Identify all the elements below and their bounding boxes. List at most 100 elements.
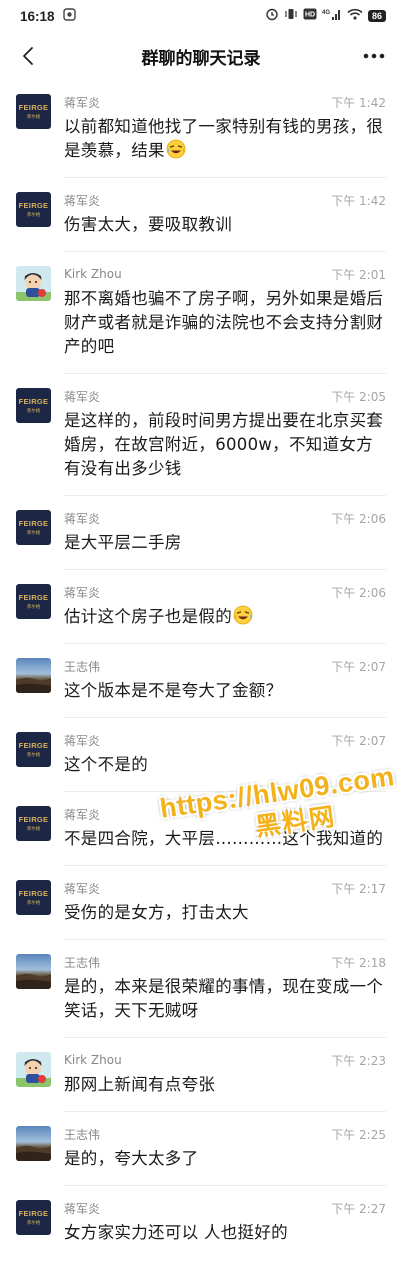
message-text[interactable]: 这个不是的: [64, 753, 386, 777]
avatar-logo-text: FEIRGE: [18, 201, 49, 210]
sender-name[interactable]: 王志伟: [64, 954, 100, 971]
message-time: 下午 2:17: [331, 881, 386, 896]
avatar-feirge[interactable]: FEIRGE 菲尔格: [16, 732, 51, 767]
message-text[interactable]: 是的，本来是很荣耀的事情，现在变成一个笑话，天下无贼呀: [64, 975, 386, 1023]
message-text-content: 是的，夸大太多了: [64, 1149, 199, 1168]
message-time: 下午 1:42: [331, 95, 386, 110]
message-item[interactable]: 王志伟 下午 2:18 是的，本来是很荣耀的事情，现在变成一个笑话，天下无贼呀: [0, 940, 402, 1038]
message-header: Kirk Zhou 下午 2:01: [64, 266, 386, 282]
message-text[interactable]: 受伤的是女方，打击太大: [64, 901, 386, 925]
message-item[interactable]: FEIRGE 菲尔格 蒋军炎 下午 1:42 伤害太大，要吸取教训: [0, 178, 402, 252]
sender-name[interactable]: 蒋军炎: [64, 192, 100, 209]
landscape-photo-icon: [16, 1145, 51, 1161]
message-text[interactable]: 这个版本是不是夸大了金额？: [64, 679, 386, 703]
message-item[interactable]: 王志伟 下午 2:07 这个版本是不是夸大了金额？: [0, 644, 402, 718]
message-header: 王志伟 下午 2:07: [64, 658, 386, 674]
avatar-logo-text: FEIRGE: [18, 519, 49, 528]
message-text[interactable]: 那不离婚也骗不了房子啊，另外如果是婚后财产或者就是诈骗的法院也不会支持分割财产的…: [64, 287, 386, 359]
sender-name[interactable]: 蒋军炎: [64, 806, 100, 823]
avatar-feirge[interactable]: FEIRGE 菲尔格: [16, 880, 51, 915]
message-time: 下午 2:01: [331, 267, 386, 282]
status-right: HD 4G 86: [265, 7, 386, 25]
sender-name[interactable]: Kirk Zhou: [64, 1053, 122, 1067]
message-header: 蒋军炎 下午 2:17: [64, 880, 386, 896]
message-body: Kirk Zhou 下午 2:01 那不离婚也骗不了房子啊，另外如果是婚后财产或者就…: [64, 266, 386, 374]
message-body: 蒋军炎 下午 2:17 受伤的是女方，打击太大: [64, 880, 386, 940]
message-text-content: 是这样的，前段时间男方提出要在北京买套婚房，在故宫附近，6000w，不知道女方有…: [64, 411, 384, 478]
avatar-kirk-zhou[interactable]: [16, 266, 51, 301]
avatar-feirge[interactable]: FEIRGE 菲尔格: [16, 388, 51, 423]
message-time: 下午 2:06: [331, 511, 386, 526]
message-time: 下午 2:27: [331, 1201, 386, 1216]
landscape-photo-icon: [16, 973, 51, 989]
message-time: 下午 2:23: [331, 1053, 386, 1068]
message-body: 蒋军炎 下午 2:07 这个不是的: [64, 732, 386, 792]
message-time: 下午 2:18: [331, 955, 386, 970]
message-text[interactable]: 是这样的，前段时间男方提出要在北京买套婚房，在故宫附近，6000w，不知道女方有…: [64, 409, 386, 481]
message-item[interactable]: Kirk Zhou 下午 2:23 那网上新闻有点夸张: [0, 1038, 402, 1112]
more-button[interactable]: [360, 42, 388, 70]
avatar-logo-text: FEIRGE: [18, 1209, 49, 1218]
avatar-feirge[interactable]: FEIRGE 菲尔格: [16, 94, 51, 129]
message-item[interactable]: 王志伟 下午 2:25 是的，夸大太多了: [0, 1112, 402, 1186]
avatar-feirge[interactable]: FEIRGE 菲尔格: [16, 510, 51, 545]
message-header: 蒋军炎 下午 2:06: [64, 510, 386, 526]
message-text[interactable]: 是的，夸大太多了: [64, 1147, 386, 1171]
message-text-content: 不是四合院，大平层…………这个我知道的: [64, 829, 384, 848]
avatar-logo-text: FEIRGE: [18, 815, 49, 824]
avatar-wang-zhiwei[interactable]: [16, 658, 51, 693]
message-item[interactable]: FEIRGE 菲尔格 蒋军炎 下午 2:06 是大平层二手房: [0, 496, 402, 570]
sender-name[interactable]: 蒋军炎: [64, 584, 100, 601]
message-item[interactable]: FEIRGE 菲尔格 蒋军炎 下午 2:07 这个不是的: [0, 718, 402, 792]
avatar-wang-zhiwei[interactable]: [16, 1126, 51, 1161]
message-item[interactable]: FEIRGE 菲尔格 蒋军炎 下午 2:17 受伤的是女方，打击太大: [0, 866, 402, 940]
landscape-photo-icon: [16, 677, 51, 693]
sender-name[interactable]: 蒋军炎: [64, 1200, 100, 1217]
message-time: 下午 2:25: [331, 1127, 386, 1142]
message-item[interactable]: FEIRGE 菲尔格 蒋军炎 下午 1:42 以前都知道他找了一家特别有钱的男孩，很是羡…: [0, 80, 402, 178]
avatar-wang-zhiwei[interactable]: [16, 954, 51, 989]
message-text[interactable]: 伤害太大，要吸取教训: [64, 213, 386, 237]
sender-name[interactable]: 蒋军炎: [64, 510, 100, 527]
message-text-content: 是的，本来是很荣耀的事情，现在变成一个笑话，天下无贼呀: [64, 977, 384, 1020]
message-item[interactable]: FEIRGE 菲尔格 蒋军炎 下午 2:06 估计这个房子也是假的: [0, 570, 402, 644]
message-header: 王志伟 下午 2:25: [64, 1126, 386, 1142]
back-button[interactable]: [14, 42, 42, 70]
message-text-content: 受伤的是女方，打击太大: [64, 903, 249, 922]
sender-name[interactable]: Kirk Zhou: [64, 267, 122, 281]
message-text[interactable]: 是大平层二手房: [64, 531, 386, 555]
message-item[interactable]: Kirk Zhou 下午 2:01 那不离婚也骗不了房子啊，另外如果是婚后财产或者就…: [0, 252, 402, 374]
avatar-logo-subtext: 菲尔格: [26, 115, 41, 120]
avatar-logo-subtext: 菲尔格: [26, 901, 41, 906]
sender-name[interactable]: 蒋军炎: [64, 94, 100, 111]
avatar-logo-subtext: 菲尔格: [26, 605, 41, 610]
avatar-logo-subtext: 菲尔格: [26, 1221, 41, 1226]
cellular-signal-icon: 4G: [322, 8, 342, 25]
message-list[interactable]: FEIRGE 菲尔格 蒋军炎 下午 1:42 以前都知道他找了一家特别有钱的男孩，很是羡…: [0, 80, 402, 1259]
avatar-feirge[interactable]: FEIRGE 菲尔格: [16, 192, 51, 227]
sender-name[interactable]: 王志伟: [64, 658, 100, 675]
avatar-logo-subtext: 菲尔格: [26, 827, 41, 832]
message-time: 下午 2:07: [331, 733, 386, 748]
message-item[interactable]: FEIRGE 菲尔格 蒋军炎不是四合院，大平层…………这个我知道的: [0, 792, 402, 866]
avatar-feirge[interactable]: FEIRGE 菲尔格: [16, 584, 51, 619]
message-header: Kirk Zhou 下午 2:23: [64, 1052, 386, 1068]
sender-name[interactable]: 蒋军炎: [64, 880, 100, 897]
message-text[interactable]: 以前都知道他找了一家特别有钱的男孩，很是羡慕，结果: [64, 115, 386, 163]
message-body: 王志伟 下午 2:25 是的，夸大太多了: [64, 1126, 386, 1186]
alarm-icon: [265, 7, 279, 25]
message-item[interactable]: FEIRGE 菲尔格 蒋军炎 下午 2:05 是这样的，前段时间男方提出要在北京买套婚房…: [0, 374, 402, 496]
message-item[interactable]: FEIRGE 菲尔格 蒋军炎 下午 2:27 女方家实力还可以 人也挺好的: [0, 1186, 402, 1259]
message-text[interactable]: 不是四合院，大平层…………这个我知道的: [64, 827, 386, 851]
message-text[interactable]: 那网上新闻有点夸张: [64, 1073, 386, 1097]
message-text[interactable]: 估计这个房子也是假的: [64, 605, 386, 629]
sender-name[interactable]: 蒋军炎: [64, 388, 100, 405]
avatar-kirk-zhou[interactable]: [16, 1052, 51, 1087]
sender-name[interactable]: 蒋军炎: [64, 732, 100, 749]
message-body: 蒋军炎 下午 2:06 估计这个房子也是假的: [64, 584, 386, 644]
avatar-feirge[interactable]: FEIRGE 菲尔格: [16, 806, 51, 841]
message-text[interactable]: 女方家实力还可以 人也挺好的: [64, 1221, 386, 1245]
message-body: 蒋军炎 下午 1:42 以前都知道他找了一家特别有钱的男孩，很是羡慕，结果: [64, 94, 386, 178]
sender-name[interactable]: 王志伟: [64, 1126, 100, 1143]
avatar-feirge[interactable]: FEIRGE 菲尔格: [16, 1200, 51, 1235]
